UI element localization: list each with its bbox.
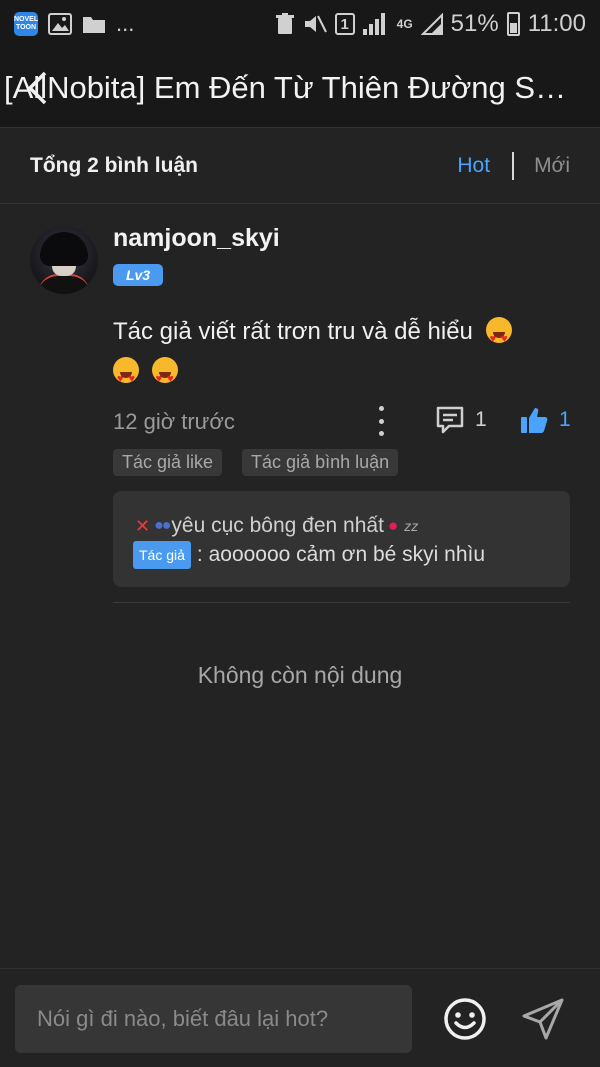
header: [AllNobita] Em Đến Từ Thiên Đường S… xyxy=(0,48,600,128)
comment-meta: 12 giờ trước 1 1 xyxy=(113,404,573,440)
cross-emoji-icon: ✕ xyxy=(135,516,151,536)
comment-body: Tác giả viết rất trơn tru và dễ hiểu xyxy=(113,312,553,399)
sleep-emoji-icon: zz xyxy=(404,518,419,534)
sort-tabs: Hot Mới xyxy=(457,151,570,180)
kiss-emoji-icon: ● xyxy=(387,516,399,535)
comment-divider xyxy=(113,602,570,603)
heart-eyes-emoji-icon xyxy=(151,357,178,399)
tab-hot[interactable]: Hot xyxy=(457,154,490,178)
signal-2-icon xyxy=(420,13,443,35)
reply-author: ✕ ●● yêu cục bông đen nhất ● zz xyxy=(135,511,570,541)
battery-percent: 51% xyxy=(450,10,499,37)
sim-icon: 1 xyxy=(334,13,355,35)
comments-bar: Tổng 2 bình luận Hot Mới xyxy=(0,128,600,204)
more-notifications: ... xyxy=(116,11,135,36)
glasses-emoji-icon: ●● xyxy=(154,517,171,534)
tab-divider xyxy=(512,151,515,180)
like-button[interactable]: 1 xyxy=(519,405,571,435)
comment-input-bar xyxy=(0,968,600,1067)
like-count: 1 xyxy=(559,408,571,431)
comment-username[interactable]: namjoon_skyi xyxy=(113,224,280,253)
reply-count: 1 xyxy=(475,408,487,431)
send-icon[interactable] xyxy=(520,996,566,1042)
tag-author-comment: Tác giả bình luận xyxy=(242,449,399,476)
network-type: 4G xyxy=(396,17,413,31)
comment-text: Tác giả viết rất trơn tru và dễ hiểu xyxy=(113,318,473,345)
comment-tags: Tác giả like Tác giả bình luận xyxy=(113,449,399,476)
more-options-icon[interactable] xyxy=(375,406,387,436)
comment-time: 12 giờ trước xyxy=(113,409,235,434)
gallery-icon xyxy=(48,13,72,35)
heart-eyes-emoji-icon xyxy=(113,357,139,399)
emoji-picker-icon[interactable] xyxy=(442,996,488,1042)
battery-icon xyxy=(506,12,520,36)
thumbs-up-icon xyxy=(521,408,548,433)
app-notification-icon: NOVEL TOON xyxy=(14,12,38,36)
tab-new[interactable]: Mới xyxy=(534,154,570,178)
status-bar: NOVEL TOON ... 1 4G 51% 11:00 xyxy=(0,0,600,48)
author-reply[interactable]: ✕ ●● yêu cục bông đen nhất ● zz Tác giả … xyxy=(113,491,570,587)
reply-button[interactable]: 1 xyxy=(435,405,487,435)
end-of-content: Không còn nội dung xyxy=(197,662,403,688)
recycle-icon xyxy=(275,13,294,34)
clock: 11:00 xyxy=(527,10,586,37)
page-title: [AllNobita] Em Đến Từ Thiên Đường S… xyxy=(4,70,567,105)
folder-icon xyxy=(83,17,105,33)
reply-author-name: yêu cục bông đen nhất xyxy=(171,514,384,537)
tag-author-like: Tác giả like xyxy=(113,449,223,476)
level-badge: Lv3 xyxy=(113,264,163,286)
comment-count: Tổng 2 bình luận xyxy=(30,153,198,177)
avatar[interactable] xyxy=(30,226,98,294)
comment-icon xyxy=(436,406,464,434)
reply-content: Tác giả : aoooooo cảm ơn bé skyi nhìu xyxy=(133,541,570,569)
reply-text: : aoooooo cảm ơn bé skyi nhìu xyxy=(196,543,486,566)
mute-icon xyxy=(304,15,327,33)
signal-icon xyxy=(362,13,389,35)
back-arrow-icon[interactable] xyxy=(22,70,52,106)
author-badge: Tác giả xyxy=(133,541,191,569)
heart-eyes-emoji-icon xyxy=(485,317,512,359)
comment-input[interactable] xyxy=(15,985,412,1053)
